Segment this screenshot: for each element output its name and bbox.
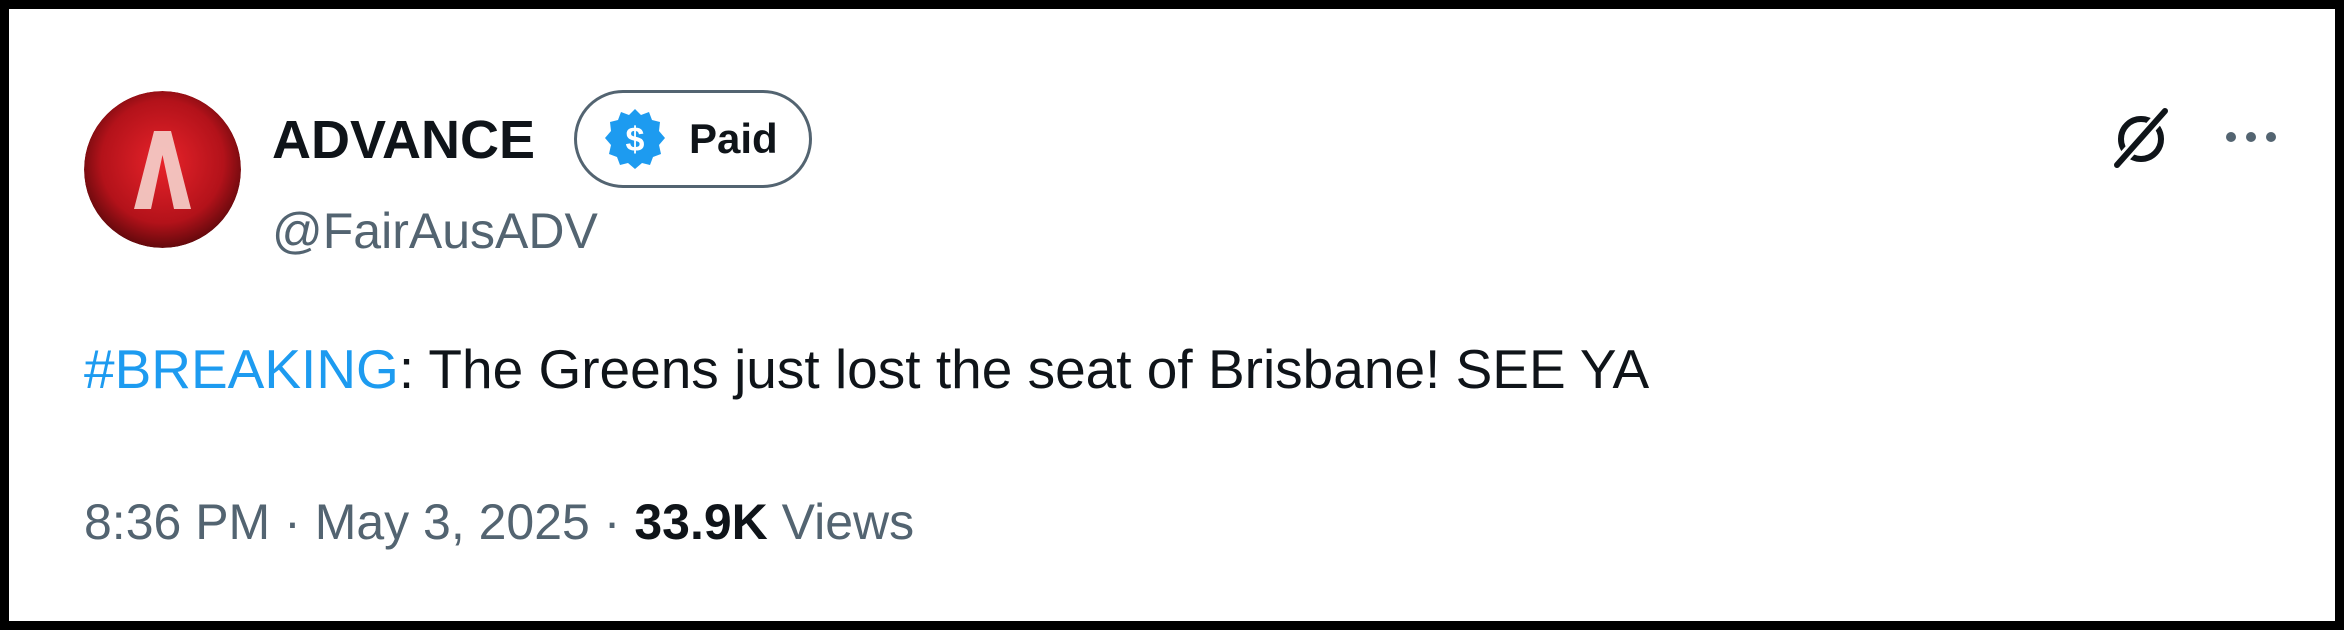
tweet-text: #BREAKING: The Greens just lost the seat… — [84, 331, 1649, 407]
hashtag-link[interactable]: #BREAKING — [84, 338, 399, 400]
tweet-time: 8:36 PM — [84, 494, 271, 550]
paid-badge-label: Paid — [689, 115, 778, 162]
tweet-meta: 8:36 PM · May 3, 2025 · 33.9K Views — [84, 489, 914, 555]
dollar-coin-icon: $ — [603, 107, 667, 171]
tweet-body: : The Greens just lost the seat of Brisb… — [398, 338, 1650, 400]
svg-text:$: $ — [626, 121, 645, 159]
tweet-card: ADVANCE $ Paid @FairAusADV #BREAKING: Th… — [0, 0, 2344, 630]
views-label: Views — [781, 494, 915, 550]
advance-logo-icon — [84, 91, 241, 248]
avatar[interactable] — [84, 91, 241, 248]
tweet-timestamp[interactable]: 8:36 PM · May 3, 2025 — [84, 494, 590, 550]
paid-badge[interactable]: $ Paid — [574, 90, 812, 188]
meta-separator: · — [603, 494, 621, 550]
tweet-date: May 3, 2025 — [314, 494, 590, 550]
meta-separator: · — [284, 494, 301, 550]
author-display-name[interactable]: ADVANCE — [272, 104, 535, 176]
more-icon[interactable] — [2215, 101, 2287, 173]
author-handle[interactable]: @FairAusADV — [272, 199, 598, 263]
views-count: 33.9K — [634, 494, 768, 550]
grok-icon[interactable] — [2105, 101, 2177, 173]
